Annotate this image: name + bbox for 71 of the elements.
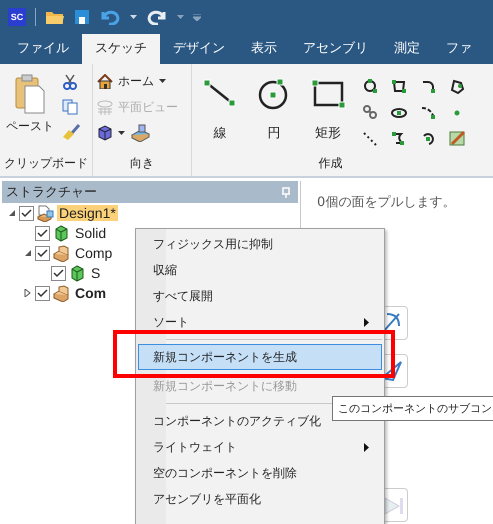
submenu-arrow-icon [364,442,369,452]
menu-item[interactable]: ライトウェイト [138,434,382,460]
folder-icon[interactable] [45,9,65,25]
customize-icon[interactable] [193,14,201,20]
undo-icon[interactable] [99,9,121,25]
panel-title: ストラクチャー [6,184,97,201]
checkbox[interactable] [35,286,50,300]
collapse-arrow-icon[interactable] [8,209,16,217]
ribbon-tab[interactable]: 表示 [238,34,290,64]
menu-item[interactable]: 空のコンポーネントを削除 [138,460,382,486]
app-logo: SC [8,8,26,26]
scissors-icon[interactable] [62,74,78,90]
expand-arrow-icon[interactable] [24,289,32,297]
sketch-tool-button[interactable]: 円 [250,72,298,142]
component-icon [53,244,70,262]
document-part-icon [37,204,54,222]
ribbon-tab[interactable]: ファイル [4,34,82,64]
home-button[interactable]: ホーム [97,72,187,90]
ribbon-tab[interactable]: アセンブリ [290,34,381,64]
redo-icon[interactable] [146,9,168,25]
sketch-tool-icon[interactable] [391,130,407,146]
menu-item[interactable]: 新規コンポーネントを生成 [138,344,382,370]
caret-icon[interactable] [118,131,125,135]
eye-grid-icon [97,100,113,114]
menu-item[interactable]: 収縮 [138,257,382,283]
collapse-arrow-icon[interactable] [24,249,32,257]
tree-item[interactable]: Comp [73,245,114,261]
menu-item[interactable]: すべて展開 [138,283,382,309]
component-icon [53,284,70,302]
checkbox[interactable] [35,246,50,260]
menu-item[interactable]: ソート [138,309,382,335]
checkbox[interactable] [35,226,50,240]
ribbon-tab[interactable]: ファ [433,34,485,64]
sketch-tool-icon[interactable] [362,78,378,94]
status-message: 0個の面をプルします。 [316,194,456,211]
ribbon-group-label: クリップボード [4,155,88,172]
ribbon-tab[interactable]: 測定 [381,34,433,64]
submenu-arrow-icon [364,318,369,326]
tree-item[interactable]: S [89,265,102,281]
ribbon-group-label: 向き [129,155,155,172]
checkbox[interactable] [51,266,66,280]
caret-icon[interactable] [130,15,137,19]
save-icon[interactable] [74,9,90,25]
clipboard-icon [15,74,45,114]
paste-button[interactable]: ペースト [4,72,56,137]
menu-item[interactable]: アセンブリを平面化 [138,486,382,512]
copy-icon[interactable] [62,99,78,115]
ribbon-tab[interactable]: デザイン [160,34,238,64]
sketch-tool-icon[interactable] [362,130,378,146]
sketch-tool-icon[interactable] [449,78,465,94]
tree-item[interactable]: Solid [73,225,108,241]
sketch-tool-button[interactable]: 矩形 [304,72,352,142]
ribbon-group-label: 作成 [318,155,344,172]
solid-cube-icon [53,224,70,242]
sketch-tool-button[interactable]: 線 [196,72,244,142]
brush-icon[interactable] [62,124,80,140]
tree-item[interactable]: Design1* [57,205,118,221]
ribbon-tab[interactable]: スケッチ [82,34,160,64]
checkbox[interactable] [19,206,34,220]
cube-icon[interactable] [97,125,113,141]
sketch-tool-icon[interactable] [420,78,436,94]
menu-item[interactable]: フィジックス用に抑制 [138,231,382,257]
solid-cube-icon [69,264,86,282]
sketch-tool-icon[interactable] [391,78,407,94]
sketch-tool-icon[interactable] [420,104,436,120]
caret-icon [159,79,166,83]
rectangle-icon [310,78,346,110]
tree-item[interactable]: Com [73,285,108,301]
house-icon [97,74,113,88]
tooltip: このコンポーネントのサブコン [332,396,493,421]
view-tool-icon[interactable] [130,124,150,142]
